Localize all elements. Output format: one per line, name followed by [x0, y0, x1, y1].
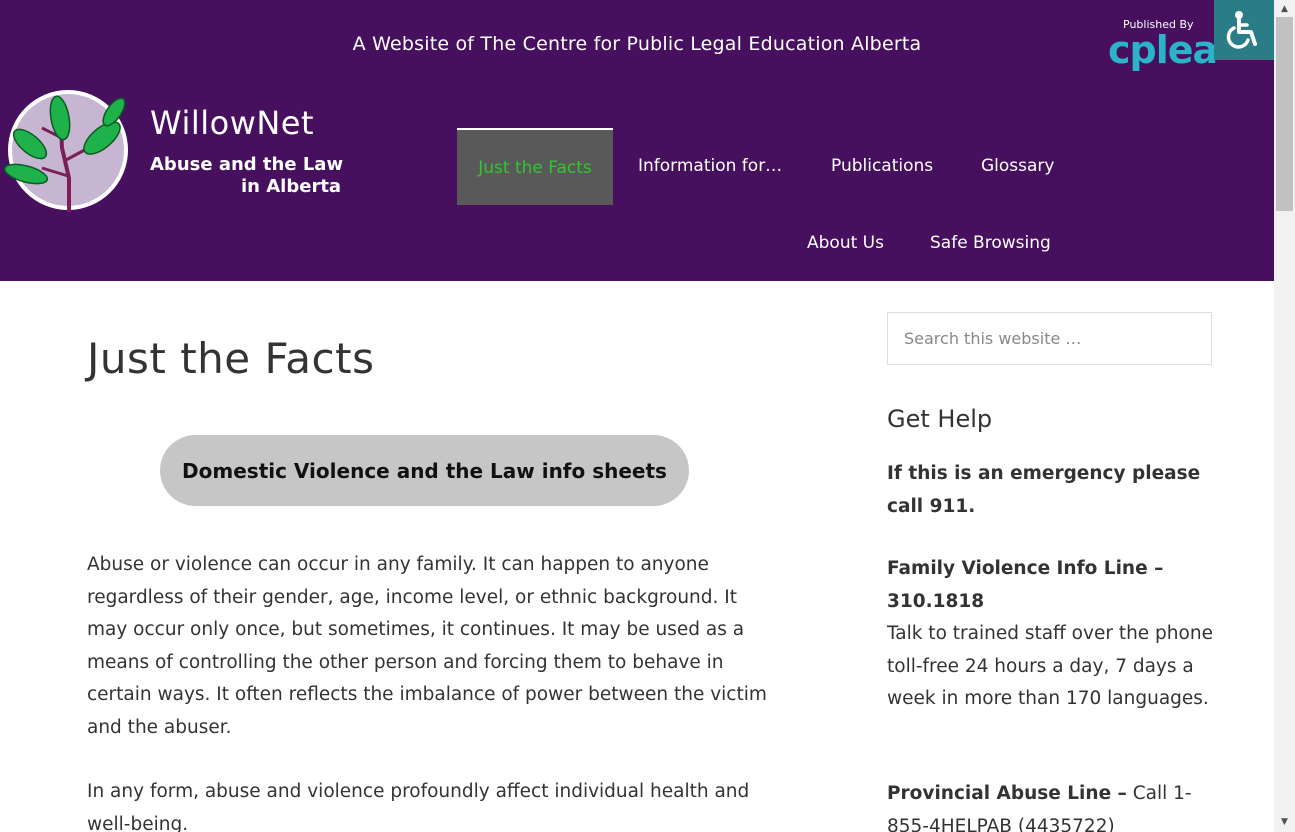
family-violence-line-title: Family Violence Info Line – 310.1818 — [887, 558, 1164, 612]
scroll-thumb[interactable] — [1276, 17, 1293, 211]
get-help-heading: Get Help — [887, 405, 993, 433]
provincial-abuse-line: Provincial Abuse Line – Call 1-855-4HELP… — [887, 778, 1217, 832]
wheelchair-icon — [1226, 11, 1257, 49]
nav-just-the-facts[interactable]: Just the Facts — [457, 128, 613, 205]
emergency-notice: If this is an emergency please call 911. — [887, 463, 1201, 517]
vertical-scrollbar[interactable]: ▲ ▼ — [1274, 0, 1295, 832]
site-logo[interactable]: WillowNet Abuse and the Law in Alberta — [2, 88, 344, 216]
site-subtitle-line1: Abuse and the Law — [150, 154, 344, 175]
nav-safe-browsing[interactable]: Safe Browsing — [930, 233, 1051, 253]
site-header: A Website of The Centre for Public Legal… — [0, 0, 1274, 281]
intro-paragraph: Abuse or violence can occur in any famil… — [87, 554, 767, 738]
search-input[interactable] — [887, 312, 1212, 365]
willow-tree-icon — [3, 90, 128, 212]
nav-about-us[interactable]: About Us — [807, 233, 884, 253]
scroll-up-arrow-icon[interactable]: ▲ — [1274, 2, 1295, 16]
health-paragraph: In any form, abuse and violence profound… — [87, 781, 750, 832]
nav-publications[interactable]: Publications — [831, 156, 933, 176]
family-violence-line-text: Talk to trained staff over the phone tol… — [887, 623, 1213, 709]
accessibility-button[interactable] — [1214, 0, 1274, 60]
cplea-logo[interactable]: cplea — [1108, 30, 1218, 70]
provincial-abuse-line-title: Provincial Abuse Line – — [887, 783, 1127, 804]
nav-glossary[interactable]: Glossary — [981, 156, 1054, 176]
scroll-down-arrow-icon[interactable]: ▼ — [1274, 815, 1295, 829]
site-tagline[interactable]: A Website of The Centre for Public Legal… — [0, 33, 1274, 55]
info-sheets-button[interactable]: Domestic Violence and the Law info sheet… — [160, 435, 689, 506]
site-subtitle-line2: in Alberta — [241, 176, 342, 197]
site-title: WillowNet — [150, 104, 315, 142]
family-violence-line: Family Violence Info Line – 310.1818 Tal… — [887, 553, 1217, 716]
nav-information-for[interactable]: Information for… — [638, 156, 782, 176]
page-title: Just the Facts — [87, 334, 375, 383]
